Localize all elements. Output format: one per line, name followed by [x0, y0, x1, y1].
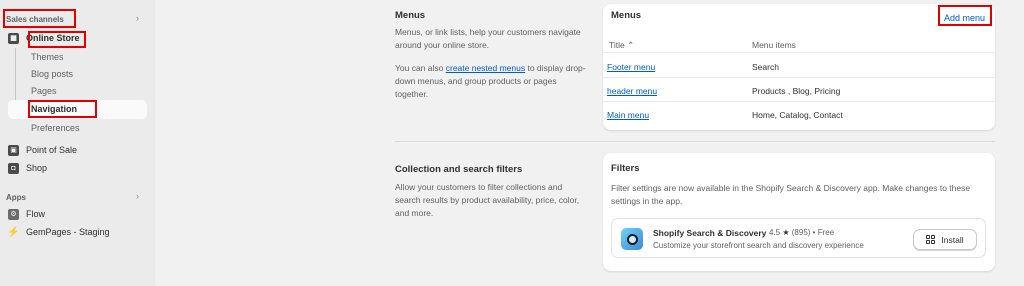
section-divider [395, 141, 995, 142]
magnifier-icon [626, 233, 638, 245]
reviews-and-price: (895) • Free [791, 228, 835, 237]
sidebar-item-blog-posts[interactable]: Blog posts [31, 69, 73, 79]
filters-card-title: Filters [611, 163, 640, 174]
sidebar-item-flow[interactable]: ⚙ Flow [8, 206, 45, 222]
sidebar-item-point-of-sale[interactable]: ▣ Point of Sale [8, 142, 77, 158]
menu-row-title-link[interactable]: Main menu [607, 110, 649, 120]
app-rating: 4.5 ★ (895) • Free [769, 228, 834, 237]
sales-channels-chevron-icon[interactable]: › [136, 13, 139, 23]
menu-row-title-link[interactable]: header menu [607, 86, 657, 96]
gempages-label: GemPages - Staging [26, 227, 110, 237]
highlight-sales-channels [3, 9, 76, 28]
column-title-label: Title [609, 40, 625, 50]
sidebar-item-pages[interactable]: Pages [31, 86, 57, 96]
store-icon: ▦ [8, 32, 19, 44]
search-discovery-app-icon [621, 228, 643, 250]
column-menu-items-header: Menu items [752, 40, 796, 50]
apps-header[interactable]: Apps [6, 193, 26, 202]
pos-icon: ▣ [8, 144, 19, 156]
menus-section-description: Menus, or link lists, help your customer… [395, 27, 581, 50]
row-divider [603, 101, 995, 102]
menus-section-title: Menus [395, 10, 426, 21]
flow-icon: ⚙ [8, 208, 19, 220]
flow-label: Flow [26, 209, 46, 219]
sidebar-item-shop[interactable]: ◘ Shop [8, 160, 47, 176]
app-listing[interactable]: Shopify Search & Discovery 4.5 ★ (895) •… [611, 218, 986, 258]
menu-row-title-link[interactable]: Footer menu [607, 62, 655, 72]
install-button[interactable]: Install [913, 229, 977, 250]
filters-section-description: Allow your customers to filter collectio… [395, 182, 580, 218]
rating-value: 4.5 [769, 228, 781, 237]
menus-section-nested-text: You can also create nested menus to disp… [395, 62, 590, 101]
apps-grid-icon [926, 235, 936, 244]
sidebar-item-themes[interactable]: Themes [31, 52, 64, 62]
shop-icon: ◘ [8, 162, 19, 174]
highlight-online-store [28, 31, 86, 48]
row-divider [603, 52, 995, 53]
create-nested-menus-link[interactable]: create nested menus [446, 63, 525, 73]
menu-row-items: Home, Catalog, Contact [752, 110, 843, 120]
menus-card-title: Menus [611, 10, 642, 21]
install-label: Install [941, 234, 964, 245]
nested-text-before: You can also [395, 63, 446, 73]
menus-card: Menus Add menu Title ⌃ Menu items Footer… [603, 4, 995, 130]
menu-row-items: Products , Blog, Pricing [752, 86, 841, 96]
app-description: Customize your storefront search and dis… [653, 241, 864, 250]
sidebar-item-preferences[interactable]: Preferences [31, 123, 80, 133]
sidebar-item-gempages[interactable]: ⚡ GemPages - Staging [7, 224, 110, 240]
star-icon: ★ [782, 228, 790, 237]
filters-card: Filters Filter settings are now availabl… [603, 153, 995, 271]
filters-section-title: Collection and search filters [395, 164, 523, 175]
highlight-navigation [28, 100, 97, 118]
highlight-add-menu [938, 5, 992, 26]
sort-icon: ⌃ [627, 40, 635, 50]
gempages-icon: ⚡ [7, 226, 20, 238]
menu-row-items: Search [752, 62, 779, 72]
point-of-sale-label: Point of Sale [26, 145, 78, 155]
apps-chevron-icon[interactable]: › [136, 191, 139, 201]
column-title-header[interactable]: Title ⌃ [609, 40, 634, 51]
app-name: Shopify Search & Discovery [653, 228, 767, 238]
filters-card-description: Filter settings are now available in the… [611, 183, 971, 206]
shop-label: Shop [26, 163, 48, 173]
row-divider [603, 77, 995, 78]
